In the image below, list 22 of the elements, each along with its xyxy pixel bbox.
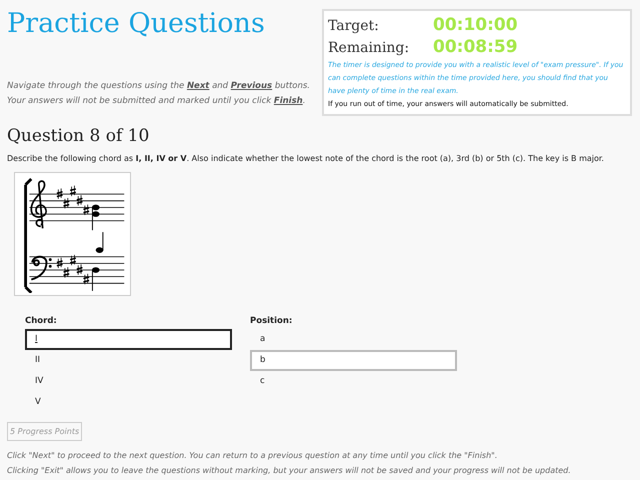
target-time: 00:10:00 (433, 14, 518, 38)
answer-option[interactable]: a (250, 329, 457, 350)
answer-option[interactable]: b (250, 350, 457, 371)
answer-option[interactable]: I (25, 329, 232, 350)
question-text: Describe the following chord as I, II, IV or V. Also indicate whether the lowest note of the chord is the root (a), 3rd (b) or 5th (c). The key is B major. (7, 153, 605, 165)
target-label: Target: (328, 16, 380, 36)
answer-option[interactable]: IV (25, 371, 232, 392)
question-heading: Question 8 of 10 (7, 125, 150, 147)
answer-option[interactable]: II (25, 350, 232, 371)
footer-note: Clicking "Exit" allows you to leave the questions without marking, but your answers will not be saved and your progress will not be updated. (7, 465, 572, 477)
remaining-time: 00:08:59 (433, 36, 518, 60)
previous-link[interactable]: Previous (230, 81, 272, 91)
next-link[interactable]: Next (186, 81, 210, 91)
page-title: Practice Questions (7, 10, 266, 37)
footer-note: Click "Next" to proceed to the next question. You can return to a previous question at any time until you click the "Finish". (7, 450, 498, 462)
answer-list-label: Chord: (25, 315, 58, 328)
answer-list-label: Position: (250, 315, 294, 328)
remaining-label: Remaining: (328, 38, 410, 58)
answer-option[interactable]: c (250, 371, 457, 392)
navigation-help: Navigate through the questions using the Next and Previous buttons. Your answers will not be submitted and marked until you click Finish. (7, 80, 310, 108)
answer-option[interactable]: V (25, 392, 232, 413)
finish-link[interactable]: Finish (274, 96, 303, 106)
